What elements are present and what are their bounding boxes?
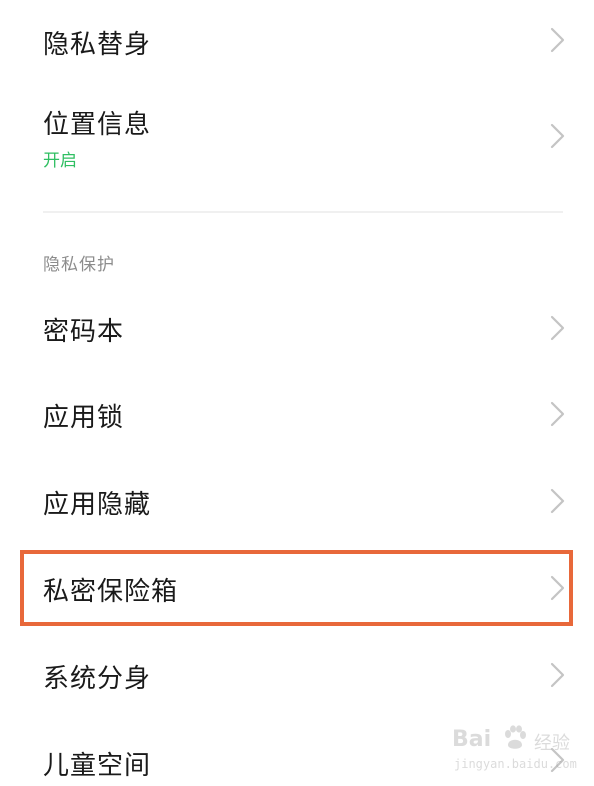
chevron-right-icon (547, 661, 567, 689)
item-title: 儿童空间 (43, 751, 152, 781)
watermark-brand: Bai (452, 727, 492, 752)
settings-item-app-lock[interactable]: 应用锁 (0, 376, 594, 452)
item-title: 密码本 (43, 317, 125, 347)
paw-icon (502, 725, 528, 751)
item-title: 应用隐藏 (43, 490, 152, 520)
settings-item-app-hiding[interactable]: 应用隐藏 (0, 463, 594, 539)
watermark-url: jingyan.baidu.com (454, 757, 577, 771)
location-status-text: 开启 (43, 151, 77, 171)
chevron-right-icon (547, 400, 567, 428)
chevron-right-icon (547, 314, 567, 342)
chevron-right-icon (547, 122, 567, 150)
item-title: 系统分身 (43, 664, 152, 694)
highlight-annotation-box (20, 550, 573, 626)
settings-item-location-info[interactable]: 位置信息 开启 (0, 90, 594, 190)
watermark-brand-cn: 经验 (534, 733, 570, 754)
section-header-privacy-protection: 隐私保护 (43, 255, 115, 275)
item-title: 应用锁 (43, 403, 125, 433)
settings-item-privacy-substitute[interactable]: 隐私替身 (0, 0, 594, 82)
settings-item-system-clone[interactable]: 系统分身 (0, 637, 594, 713)
item-title: 隐私替身 (43, 30, 152, 60)
section-divider (43, 211, 563, 213)
privacy-settings-screen: 隐私替身 位置信息 开启 隐私保护 密码本 应用锁 应用隐藏 私密保险箱 系统分… (0, 0, 594, 786)
settings-item-password-book[interactable]: 密码本 (0, 290, 594, 366)
chevron-right-icon (547, 26, 567, 54)
baidu-jingyan-watermark: Bai 经验 jingyan.baidu.com (452, 725, 582, 777)
chevron-right-icon (547, 487, 567, 515)
item-title: 位置信息 (43, 110, 152, 140)
